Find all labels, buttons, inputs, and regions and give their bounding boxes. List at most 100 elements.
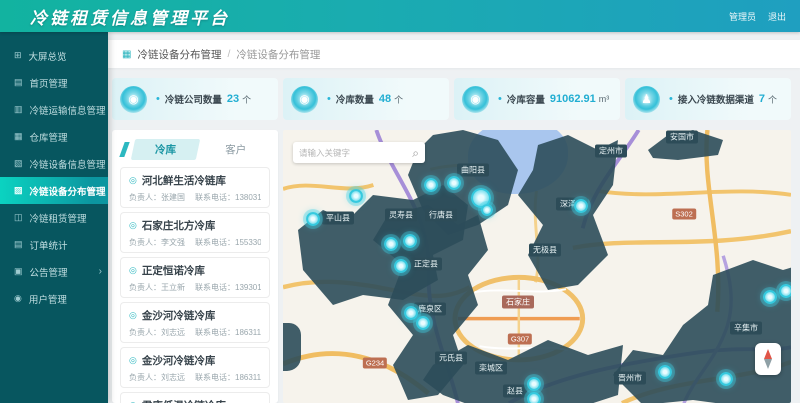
district-label: 无极县 bbox=[529, 244, 561, 257]
bullet-dot-icon: • bbox=[327, 93, 331, 105]
breadcrumb: ▦ 冷链设备分布管理 / 冷链设备分布管理 bbox=[108, 40, 800, 68]
menu-item-icon: ▥ bbox=[14, 104, 23, 115]
cold-storage-map-marker[interactable] bbox=[403, 234, 417, 248]
menu-item-icon: ▦ bbox=[14, 131, 23, 142]
target-circle-icon: ◎ bbox=[129, 355, 137, 366]
owner-field: 负责人：张建国 bbox=[129, 192, 185, 203]
sidebar-menu-item[interactable]: ⊞ 大屏总览 bbox=[0, 42, 108, 69]
map-search-input[interactable] bbox=[299, 148, 412, 158]
stat-card: ♟ • 接入冷链数据渠道 7 个 bbox=[625, 78, 791, 120]
cold-storage-map-marker[interactable] bbox=[424, 178, 438, 192]
district-label: 鹿泉区 bbox=[414, 303, 446, 316]
cold-storage-map-marker[interactable] bbox=[481, 204, 493, 216]
header-user-area: 管理员 退出 bbox=[729, 10, 786, 23]
cold-storage-map-marker[interactable] bbox=[349, 189, 363, 203]
district-label: 晋州市 bbox=[614, 372, 646, 385]
list-item-title-row: ◎ 石家庄北方冷库 bbox=[129, 218, 261, 233]
logout-button[interactable]: 退出 bbox=[768, 10, 786, 23]
stat-unit: 个 bbox=[242, 93, 251, 106]
cold-storage-map-marker[interactable] bbox=[394, 259, 408, 273]
list-item[interactable]: ◎ 君康低温冷链冷库 负责人：陈国庆 联系电话：13613110678 bbox=[120, 392, 270, 403]
panel-tabs: 冷库 客户 bbox=[122, 139, 268, 159]
cold-storage-panel: 冷库 客户 ◎ 河北鲜生活冷链库 负责人：张建国 联系电话：1380311015… bbox=[112, 130, 278, 403]
cold-storage-map-marker[interactable] bbox=[306, 212, 320, 226]
list-item-subtext: 负责人：刘志远 联系电话：18631101122 bbox=[129, 372, 261, 383]
list-item[interactable]: ◎ 金沙河冷链冷库 负责人：刘志远 联系电话：18631101122 bbox=[120, 302, 270, 343]
stat-card-icon: ◉ bbox=[120, 86, 147, 113]
district-label: 安国市 bbox=[666, 131, 698, 144]
breadcrumb-separator: / bbox=[227, 48, 230, 60]
stat-unit: m³ bbox=[599, 94, 610, 104]
cold-storage-map-marker[interactable] bbox=[527, 392, 541, 403]
stats-row: ◉ • 冷链公司数量 23 个 ◉ • 冷库数量 48 个 ◉ • 冷库容量 9… bbox=[108, 68, 800, 120]
panel-tab-label: 客户 bbox=[225, 144, 246, 156]
list-item-subtext: 负责人：王立新 联系电话：13930110276 bbox=[129, 282, 261, 293]
sidebar-menu-item[interactable]: ▤ 订单统计 bbox=[0, 231, 108, 258]
cold-storage-map-marker[interactable] bbox=[779, 284, 791, 298]
cold-storage-map-marker[interactable] bbox=[416, 316, 430, 330]
sidebar-menu-item[interactable]: ▣ 公告管理 › bbox=[0, 258, 108, 285]
list-item-title-row: ◎ 正定恒诺冷库 bbox=[129, 263, 261, 278]
menu-item-icon: ▤ bbox=[14, 77, 23, 88]
menu-item-label: 仓库管理 bbox=[30, 130, 68, 144]
stat-label: 冷库数量 bbox=[336, 92, 374, 106]
compass-control[interactable] bbox=[755, 343, 781, 375]
cold-storage-map-marker[interactable] bbox=[404, 306, 418, 320]
sidebar-menu-item[interactable]: ▤ 首页管理 bbox=[0, 69, 108, 96]
cold-storage-map-marker[interactable] bbox=[447, 176, 461, 190]
road-label: 石家庄 bbox=[502, 296, 534, 309]
phone-field: 联系电话：13803110158 bbox=[195, 192, 261, 203]
list-item[interactable]: ◎ 金沙河冷链冷库 负责人：刘志远 联系电话：18631101122 bbox=[120, 347, 270, 388]
cold-storage-map-marker[interactable] bbox=[763, 290, 777, 304]
compass-south-needle-icon bbox=[764, 359, 772, 369]
map-canvas[interactable]: 平山县 灵寿县 行唐县 曲阳县 定州市 安国市 深泽县 无极县 正定县 鹿泉区 … bbox=[283, 130, 791, 403]
list-item-title: 金沙河冷链冷库 bbox=[142, 353, 216, 368]
stat-card: ◉ • 冷库数量 48 个 bbox=[283, 78, 449, 120]
list-item-title-row: ◎ 金沙河冷链冷库 bbox=[129, 308, 261, 323]
cold-storage-map-marker[interactable] bbox=[658, 365, 672, 379]
target-circle-icon: ◎ bbox=[129, 265, 137, 276]
sidebar-menu-item[interactable]: ▧ 冷链设备信息管理 bbox=[0, 150, 108, 177]
phone-field: 联系电话：13930110276 bbox=[195, 282, 261, 293]
search-icon[interactable]: ⌕ bbox=[412, 147, 419, 159]
cold-storage-map-marker[interactable] bbox=[527, 377, 541, 391]
stat-card-icon: ◉ bbox=[462, 86, 489, 113]
cold-storage-list: ◎ 河北鲜生活冷链库 负责人：张建国 联系电话：13803110158 ◎ 石家… bbox=[112, 167, 278, 403]
panel-tab[interactable]: 冷库 bbox=[131, 139, 200, 160]
sidebar-menu-item[interactable]: ▦ 仓库管理 bbox=[0, 123, 108, 150]
list-item-title: 金沙河冷链冷库 bbox=[142, 308, 216, 323]
cold-storage-map-marker[interactable] bbox=[384, 237, 398, 251]
sidebar-menu-item[interactable]: ◉ 用户管理 bbox=[0, 285, 108, 312]
breadcrumb-current: 冷链设备分布管理 bbox=[236, 47, 320, 62]
menu-item-icon: ◫ bbox=[14, 212, 23, 223]
road-label: S302 bbox=[672, 209, 696, 220]
target-circle-icon: ◎ bbox=[129, 220, 137, 231]
district-label: 辛集市 bbox=[730, 322, 762, 335]
owner-field: 负责人：刘志远 bbox=[129, 327, 185, 338]
list-item-title-row: ◎ 君康低温冷链冷库 bbox=[129, 398, 261, 403]
stat-unit: 个 bbox=[394, 93, 403, 106]
breadcrumb-section[interactable]: 冷链设备分布管理 bbox=[137, 47, 221, 62]
stat-value: 7 bbox=[759, 93, 765, 105]
username[interactable]: 管理员 bbox=[729, 10, 756, 23]
stat-card: ◉ • 冷链公司数量 23 个 bbox=[112, 78, 278, 120]
cold-storage-map-marker[interactable] bbox=[574, 199, 588, 213]
list-item[interactable]: ◎ 正定恒诺冷库 负责人：王立新 联系电话：13930110276 bbox=[120, 257, 270, 298]
sidebar-menu-item[interactable]: ◫ 冷链租赁管理 bbox=[0, 204, 108, 231]
app-header: 冷链租赁信息管理平台 管理员 退出 bbox=[0, 0, 800, 32]
compass-north-needle-icon bbox=[764, 349, 772, 359]
list-item[interactable]: ◎ 石家庄北方冷库 负责人：李文强 联系电话：15533026698 bbox=[120, 212, 270, 253]
list-item[interactable]: ◎ 河北鲜生活冷链库 负责人：张建国 联系电话：13803110158 bbox=[120, 167, 270, 208]
list-item-subtext: 负责人：李文强 联系电话：15533026698 bbox=[129, 237, 261, 248]
stat-value: 91062.91 bbox=[550, 93, 596, 105]
sidebar-menu-item[interactable]: ▥ 冷链运输信息管理 bbox=[0, 96, 108, 123]
menu-item-label: 冷链租赁管理 bbox=[30, 211, 87, 225]
cold-storage-map-marker[interactable] bbox=[719, 372, 733, 386]
panel-tab[interactable]: 客户 bbox=[204, 139, 269, 160]
sidebar-menu-item[interactable]: ▨ 冷链设备分布管理 bbox=[0, 177, 108, 204]
menu-item-icon: ▣ bbox=[14, 266, 23, 277]
list-item-subtext: 负责人：刘志远 联系电话：18631101122 bbox=[129, 327, 261, 338]
menu-item-label: 冷链设备信息管理 bbox=[30, 157, 106, 171]
list-item-subtext: 负责人：张建国 联系电话：13803110158 bbox=[129, 192, 261, 203]
target-circle-icon: ◎ bbox=[129, 175, 137, 186]
